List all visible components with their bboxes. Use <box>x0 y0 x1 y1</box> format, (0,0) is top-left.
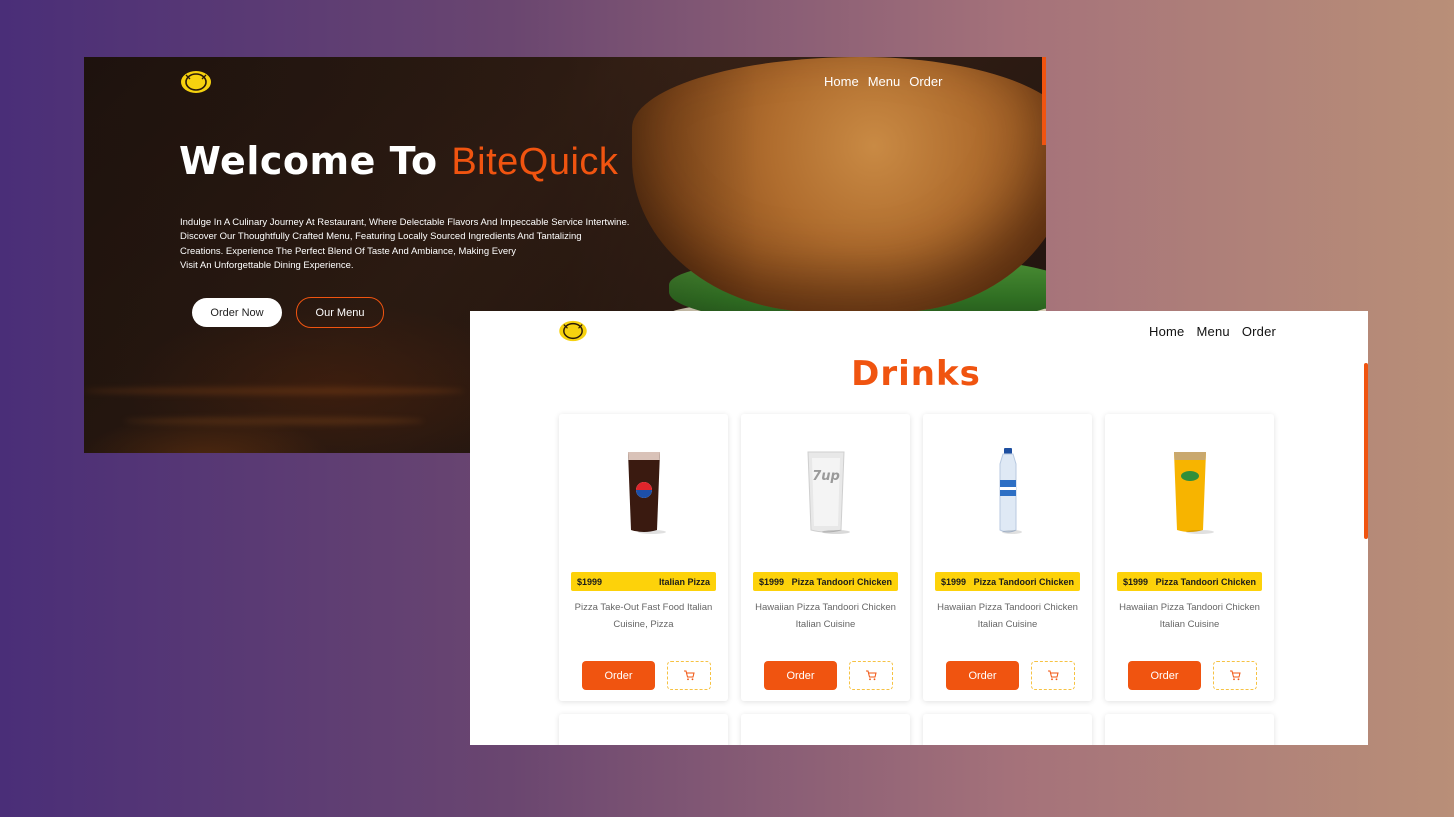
nav-menu[interactable]: Menu <box>1196 324 1229 339</box>
add-to-cart-button[interactable] <box>849 661 893 690</box>
product-card: 7up $1999 Pizza Tandoori Chicken Hawaiia… <box>741 414 910 701</box>
price-tag: $1999 Pizza Tandoori Chicken <box>1117 572 1262 591</box>
7up-glass-image: 7up <box>806 451 850 534</box>
drinks-section: Home Menu Order Drinks $1999 Italian Piz… <box>470 311 1368 745</box>
description-line: Pizza Take-Out Fast Food Italian <box>574 602 713 613</box>
order-button[interactable]: Order <box>764 661 837 690</box>
logo-icon[interactable] <box>558 320 588 342</box>
mirinda-glass-image <box>1173 452 1214 534</box>
product-description: Hawaiian Pizza Tandoori Chicken Italian … <box>753 599 898 633</box>
cart-icon <box>866 670 877 681</box>
product-card <box>741 714 910 745</box>
svg-text:7up: 7up <box>812 469 840 484</box>
cart-icon <box>1230 670 1241 681</box>
nav-order[interactable]: Order <box>1242 324 1276 339</box>
description-line: Hawaiian Pizza Tandoori Chicken <box>755 602 896 613</box>
description-line: Italian Cuisine <box>1159 619 1220 630</box>
brand-name: BiteQuick <box>451 141 619 183</box>
logo-icon[interactable] <box>180 70 212 94</box>
price: $1999 <box>941 576 967 587</box>
price-tag: $1999 Pizza Tandoori Chicken <box>753 572 898 591</box>
price: $1999 <box>1123 576 1149 587</box>
drinks-grid: $1999 Italian Pizza Pizza Take-Out Fast … <box>559 414 1274 745</box>
description-line: Hawaiian Pizza Tandoori Chicken <box>1119 602 1260 613</box>
description-line: Cuisine, Pizza <box>613 619 674 630</box>
price-tag: $1999 Pizza Tandoori Chicken <box>935 572 1080 591</box>
description-line: Creations. Experience The Perfect Blend … <box>180 245 517 257</box>
add-to-cart-button[interactable] <box>1031 661 1075 690</box>
add-to-cart-button[interactable] <box>667 661 711 690</box>
description-line: Hawaiian Pizza Tandoori Chicken <box>937 602 1078 613</box>
drinks-nav: Home Menu Order <box>1149 324 1276 339</box>
cart-icon <box>1048 670 1059 681</box>
product-card: $1999 Pizza Tandoori Chicken Hawaiian Pi… <box>923 414 1092 701</box>
hero-description: Indulge In A Culinary Journey At Restaur… <box>180 216 640 273</box>
product-description: Hawaiian Pizza Tandoori Chicken Italian … <box>1117 599 1262 633</box>
nav-menu[interactable]: Menu <box>868 74 901 89</box>
product-card: $1999 Pizza Tandoori Chicken Hawaiian Pi… <box>1105 414 1274 701</box>
order-button[interactable]: Order <box>1128 661 1201 690</box>
product-description: Pizza Take-Out Fast Food Italian Cuisine… <box>571 599 716 633</box>
description-line: Indulge In A Culinary Journey At Restaur… <box>180 217 630 228</box>
price: $1999 <box>759 576 785 587</box>
nav-home[interactable]: Home <box>824 74 859 89</box>
pepsi-glass-image <box>627 452 666 534</box>
scrollbar-thumb[interactable] <box>1042 57 1046 145</box>
product-description: Hawaiian Pizza Tandoori Chicken Italian … <box>935 599 1080 633</box>
product-name: Italian Pizza <box>658 576 710 587</box>
product-name: Pizza Tandoori Chicken <box>791 576 892 587</box>
product-card <box>923 714 1092 745</box>
nav-order[interactable]: Order <box>909 74 942 89</box>
hero-title: Welcome To BiteQuick <box>179 139 618 184</box>
order-now-button[interactable]: Order Now <box>192 298 282 327</box>
our-menu-button[interactable]: Our Menu <box>296 297 384 328</box>
description-line: Visit An Unforgettable Dining Experience… <box>180 259 354 271</box>
description-line: Italian Cuisine <box>977 619 1038 630</box>
product-name: Pizza Tandoori Chicken <box>1155 576 1256 587</box>
cart-icon <box>684 670 695 681</box>
nav-home[interactable]: Home <box>1149 324 1184 339</box>
price: $1999 <box>577 576 603 587</box>
scrollbar-thumb[interactable] <box>1364 363 1368 539</box>
description-line: Italian Cuisine <box>795 619 856 630</box>
section-title: Drinks <box>851 354 981 394</box>
order-button[interactable]: Order <box>946 661 1019 690</box>
order-button[interactable]: Order <box>582 661 655 690</box>
hero-nav: Home Menu Order <box>824 74 942 89</box>
product-card <box>559 714 728 745</box>
title-prefix: Welcome To <box>179 139 452 183</box>
add-to-cart-button[interactable] <box>1213 661 1257 690</box>
price-tag: $1999 Italian Pizza <box>571 572 716 591</box>
water-bottle-image <box>999 448 1022 534</box>
product-card <box>1105 714 1274 745</box>
product-name: Pizza Tandoori Chicken <box>973 576 1074 587</box>
description-line: Discover Our Thoughtfully Crafted Menu, … <box>180 231 582 243</box>
product-card: $1999 Italian Pizza Pizza Take-Out Fast … <box>559 414 728 701</box>
